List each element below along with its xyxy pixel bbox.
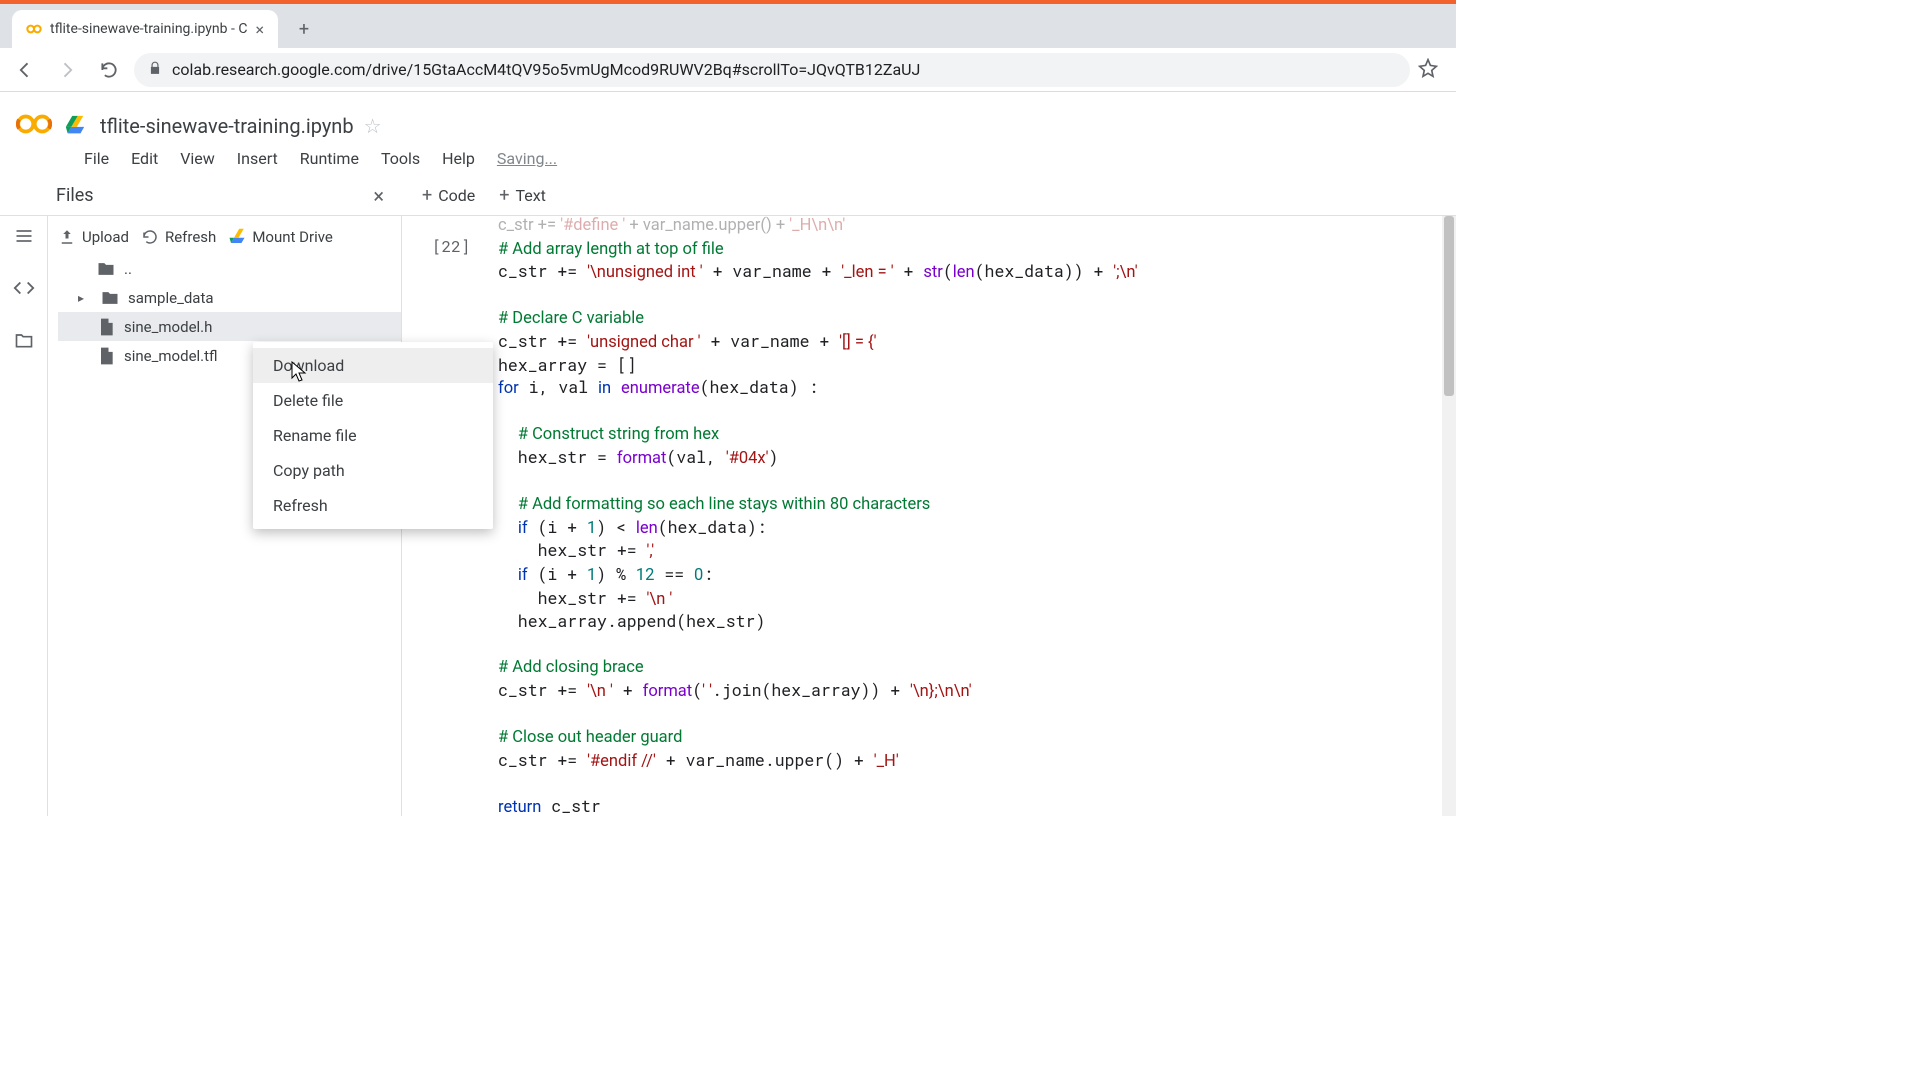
add-code-button[interactable]: +Code [422,185,475,206]
code-cell[interactable]: [22] c_str += '#define ' + var_name.uppe… [402,216,1456,816]
folder-icon [96,259,116,279]
forward-button[interactable] [50,53,84,87]
menubar: File Edit View Insert Runtime Tools Help… [0,140,1456,176]
new-tab-button[interactable]: + [290,15,318,43]
address-bar: colab.research.google.com/drive/15GtaAcc… [0,48,1456,92]
files-icon[interactable] [12,328,36,352]
close-tab-icon[interactable]: × [255,20,264,39]
ctx-download[interactable]: Download [253,348,493,383]
scrollbar[interactable] [1442,216,1456,816]
cell-prompt: [22] [432,236,470,257]
menu-file[interactable]: File [84,149,109,168]
upload-button[interactable]: Upload [58,228,129,246]
add-text-button[interactable]: +Text [499,185,546,206]
code-content[interactable]: c_str += '#define ' + var_name.upper() +… [498,216,1138,816]
url-input[interactable]: colab.research.google.com/drive/15GtaAcc… [134,53,1410,87]
star-doc-icon[interactable]: ☆ [364,114,382,138]
menu-edit[interactable]: Edit [131,149,158,168]
ctx-copy-path[interactable]: Copy path [253,453,493,488]
colab-header: tflite-sinewave-training.ipynb ☆ [0,92,1456,140]
refresh-button[interactable]: Refresh [141,228,216,246]
files-panel-title: Files [56,185,94,206]
file-item-sine_model.h[interactable]: sine_model.h [58,312,401,341]
file-icon [96,346,116,366]
colab-favicon-icon [26,21,42,37]
menu-view[interactable]: View [180,149,215,168]
scroll-thumb[interactable] [1444,216,1454,396]
folder-icon [100,288,120,308]
chevron-right-icon[interactable]: ▸ [78,291,92,305]
browser-tab[interactable]: tflite-sinewave-training.ipynb - C × [12,10,278,48]
reload-button[interactable] [92,53,126,87]
bookmark-star-icon[interactable] [1418,58,1438,82]
context-menu: Download Delete file Rename file Copy pa… [253,342,493,529]
code-snippets-icon[interactable] [12,276,36,300]
menu-tools[interactable]: Tools [381,149,420,168]
drive-icon [64,115,86,137]
close-panel-icon[interactable]: × [373,184,384,208]
menu-insert[interactable]: Insert [237,149,278,168]
back-button[interactable] [8,53,42,87]
file-panel: Upload Refresh Mount Drive .. ▸ [48,216,402,816]
ctx-refresh[interactable]: Refresh [253,488,493,523]
colab-logo-icon[interactable] [16,112,52,140]
ctx-rename-file[interactable]: Rename file [253,418,493,453]
tab-title: tflite-sinewave-training.ipynb - C [50,21,247,37]
menu-help[interactable]: Help [442,149,475,168]
menu-runtime[interactable]: Runtime [300,149,359,168]
save-status: Saving... [497,149,557,168]
left-rail [0,216,48,816]
file-icon [96,317,116,337]
ctx-delete-file[interactable]: Delete file [253,383,493,418]
file-folder-sample_data[interactable]: ▸ sample_data [58,283,401,312]
url-text: colab.research.google.com/drive/15GtaAcc… [172,60,920,79]
browser-tabstrip: tflite-sinewave-training.ipynb - C × + [0,4,1456,48]
file-parent[interactable]: .. [58,254,401,283]
toc-icon[interactable] [12,224,36,248]
lock-icon [148,60,162,79]
doc-title[interactable]: tflite-sinewave-training.ipynb ☆ [64,114,382,138]
mount-drive-button[interactable]: Mount Drive [228,228,333,246]
